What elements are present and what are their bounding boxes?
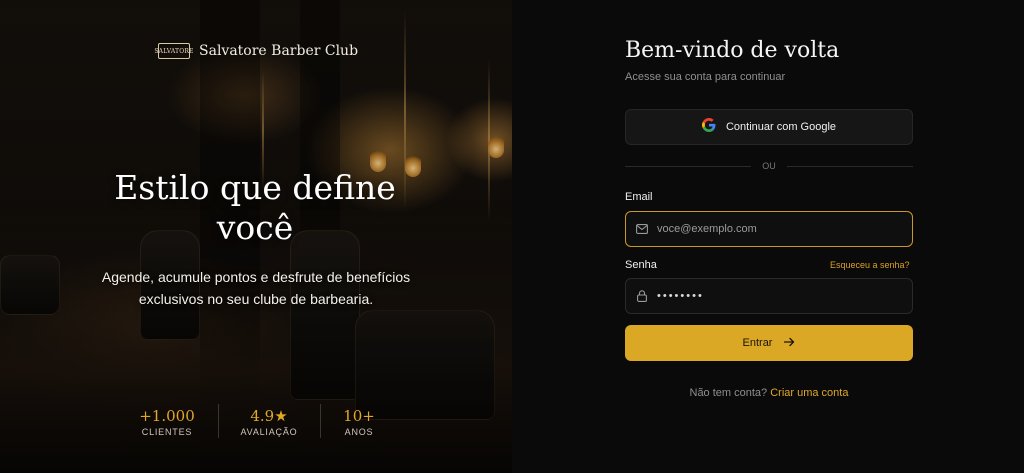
page-title: Bem-vindo de volta bbox=[625, 38, 840, 63]
hero-headline-line: você bbox=[216, 208, 294, 247]
brand: SALVATORE Salvatore Barber Club bbox=[154, 43, 359, 59]
stat-years: 10+ ANOS bbox=[343, 407, 375, 437]
brand-logo: SALVATORE bbox=[154, 43, 193, 59]
login-button[interactable]: Entrar bbox=[625, 325, 913, 361]
stat-divider bbox=[320, 404, 321, 438]
google-signin-button[interactable]: Continuar com Google bbox=[625, 109, 913, 145]
email-label: Email bbox=[625, 191, 653, 203]
password-label: Senha bbox=[625, 259, 657, 271]
hero-subline-line: Agende, acumule pontos e desfrute de ben… bbox=[101, 269, 411, 285]
hero-subline-line: exclusivos no seu clube de barbearia. bbox=[138, 291, 374, 307]
password-value: •••••••• bbox=[657, 290, 704, 302]
forgot-password-link[interactable]: Esqueceu a senha? bbox=[830, 260, 910, 270]
stat-clients: +1.000 CLIENTES bbox=[139, 407, 195, 437]
stat-divider bbox=[218, 404, 219, 438]
login-button-label: Entrar bbox=[742, 337, 773, 349]
email-placeholder: voce@exemplo.com bbox=[657, 223, 757, 235]
email-field[interactable]: voce@exemplo.com bbox=[625, 211, 913, 247]
hero-panel: SALVATORE Salvatore Barber Club Estilo q… bbox=[0, 0, 512, 473]
password-field[interactable]: •••••••• bbox=[625, 278, 913, 314]
login-panel: Bem-vindo de volta Acesse sua conta para… bbox=[512, 0, 1024, 473]
create-account-link[interactable]: Criar uma conta bbox=[770, 387, 848, 399]
page-subtitle: Acesse sua conta para continuar bbox=[625, 71, 786, 83]
hero-subline: Agende, acumule pontos e desfrute de ben… bbox=[70, 266, 442, 310]
lock-icon bbox=[636, 290, 648, 302]
google-signin-label: Continuar com Google bbox=[725, 121, 837, 133]
stat-rating: 4.9★ AVALIAÇÃO bbox=[240, 407, 298, 437]
google-icon bbox=[701, 117, 716, 137]
mail-icon bbox=[636, 223, 648, 235]
signup-prompt: Não tem conta? bbox=[689, 387, 768, 399]
signup-row: Não tem conta? Criar uma conta bbox=[625, 387, 913, 399]
or-divider: OU bbox=[625, 160, 913, 174]
hero-headline-line: Estilo que define bbox=[114, 168, 396, 207]
brand-name: Salvatore Barber Club bbox=[199, 43, 359, 59]
arrow-right-icon bbox=[784, 336, 795, 350]
hero-headline: Estilo que define você bbox=[60, 168, 450, 248]
